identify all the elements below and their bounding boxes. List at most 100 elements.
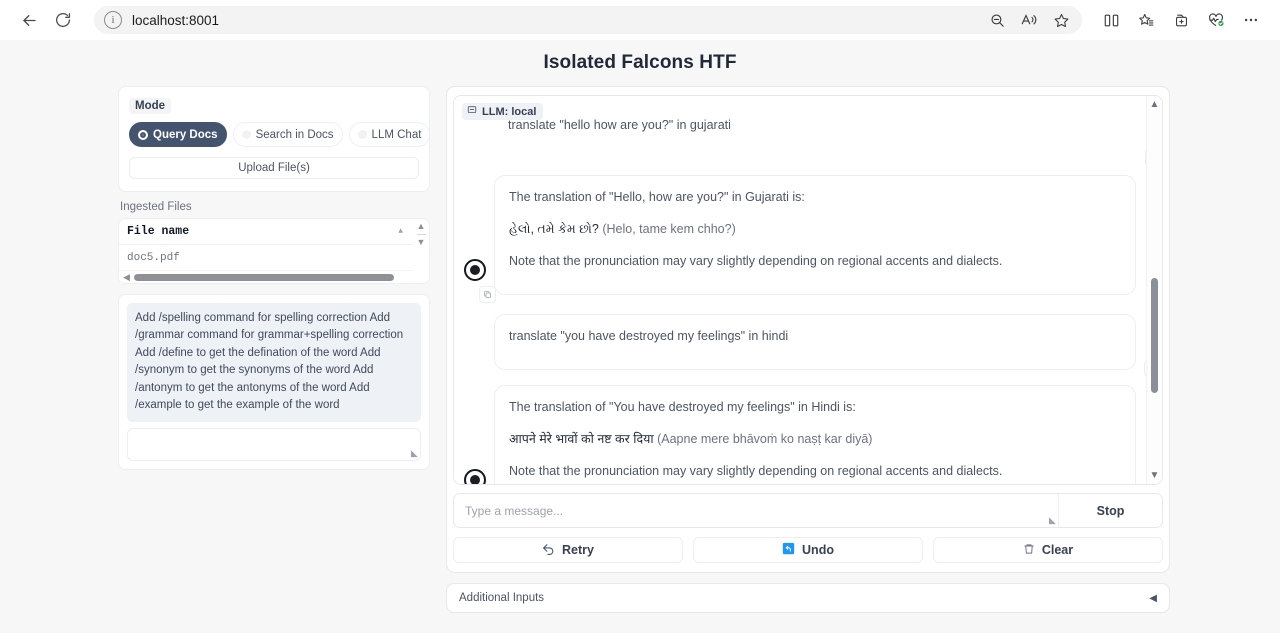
chat-scroll-thumb[interactable] — [1151, 278, 1158, 393]
browser-essentials-icon[interactable] — [1201, 5, 1231, 35]
undo-icon — [782, 542, 795, 558]
address-bar[interactable]: i localhost:8001 — [94, 6, 1082, 34]
chat-action-row: Retry Undo Clear — [453, 537, 1163, 563]
horizontal-scroll-thumb[interactable] — [133, 273, 395, 281]
message-input[interactable]: Type a message... ◢ — [454, 494, 1059, 527]
retry-label: Retry — [562, 543, 594, 557]
chat-wrapper: LLM: local translate "hello how are you?… — [446, 86, 1170, 613]
chat-bubble-icon — [467, 105, 477, 118]
read-aloud-icon[interactable] — [1014, 5, 1044, 35]
split-screen-icon[interactable] — [1096, 5, 1126, 35]
resize-handle-icon[interactable]: ◢ — [411, 448, 418, 459]
sidebar: Mode Query Docs Search in Docs LLM Chat — [118, 86, 431, 470]
app-page: Isolated Falcons HTF Mode Query Docs Sea… — [0, 40, 1280, 633]
hint-card: Add /spelling command for spelling corre… — [118, 294, 430, 470]
chat-scroll-down-icon[interactable]: ▼ — [1150, 470, 1160, 481]
message-native-text: आपने मेरे भावों को नष्ट कर दिया (Aapne m… — [509, 429, 1121, 449]
chat-scroll-up-icon[interactable]: ▲ — [1150, 99, 1160, 110]
ingested-files-table: File name ▲ doc5.pdf ◀ ▶ ▲ ▼ — [118, 218, 430, 284]
scroll-up-icon[interactable]: ▲ — [417, 222, 426, 231]
message-row-user: translate "hello how are you?" in gujara… — [454, 104, 1146, 166]
additional-inputs-accordion[interactable]: Additional Inputs ◀ — [446, 583, 1170, 613]
table-row[interactable]: doc5.pdf — [119, 245, 429, 270]
mode-option-search-in-docs[interactable]: Search in Docs — [232, 122, 343, 147]
upload-files-button[interactable]: Upload File(s) — [129, 157, 419, 179]
page-title: Isolated Falcons HTF — [543, 52, 737, 73]
column-header-file-name[interactable]: File name — [127, 225, 189, 238]
message-row-user: translate "you have destroyed my feeling… — [454, 314, 1146, 377]
cell-file-name: doc5.pdf — [127, 251, 180, 264]
stop-button[interactable]: Stop — [1059, 494, 1162, 527]
native-script: હેલો, તમે કેમ છો? — [509, 222, 599, 236]
table-vertical-scrollbar[interactable]: ▲ ▼ — [413, 219, 429, 283]
ingested-files-label: Ingested Files — [120, 201, 192, 213]
native-script: आपने मेरे भावों को नष्ट कर दिया — [509, 432, 654, 446]
table-horizontal-scrollbar[interactable]: ◀ ▶ — [119, 270, 429, 283]
message-input-row: Type a message... ◢ Stop — [453, 493, 1163, 528]
info-icon[interactable]: i — [104, 11, 122, 29]
retry-button[interactable]: Retry — [453, 537, 683, 563]
message-intro: The translation of "You have destroyed m… — [509, 400, 856, 414]
chat-scrollbar[interactable]: ▲ ▼ — [1146, 96, 1162, 484]
transliteration: (Aapne mere bhāvoṁ ko naṣṭ kar diyā) — [657, 432, 873, 446]
message-text: translate "hello how are you?" in gujara… — [508, 118, 731, 132]
mode-option-llm-chat[interactable]: LLM Chat — [348, 122, 431, 147]
message-note: Note that the pronunciation may vary sli… — [509, 464, 1003, 478]
message-row-bot: The translation of "Hello, how are you?"… — [454, 175, 1146, 303]
chat-bubble-user[interactable]: translate "hello how are you?" in gujara… — [494, 104, 1146, 166]
more-options-icon[interactable] — [1236, 5, 1266, 35]
radio-dot-icon — [241, 130, 251, 139]
copy-message-button[interactable] — [479, 286, 496, 303]
retry-icon — [542, 542, 555, 558]
trash-icon — [1023, 543, 1035, 558]
sort-ascending-icon[interactable]: ▲ — [398, 227, 403, 236]
message-note: Note that the pronunciation may vary sli… — [509, 254, 1003, 268]
mode-option-label: Query Docs — [153, 128, 218, 141]
mode-card: Mode Query Docs Search in Docs LLM Chat — [118, 86, 431, 192]
back-arrow-icon[interactable] — [14, 5, 44, 35]
collections-icon[interactable] — [1131, 5, 1161, 35]
chat-bubble-user[interactable]: translate "you have destroyed my feeling… — [494, 314, 1146, 377]
avatar — [464, 259, 486, 281]
mode-option-label: Search in Docs — [255, 128, 334, 141]
chat-bubble-bot[interactable]: The translation of "Hello, how are you?"… — [479, 175, 1136, 303]
favorite-star-icon[interactable] — [1046, 5, 1076, 35]
scrollbar-divider — [416, 234, 426, 235]
mode-radio-group: Query Docs Search in Docs LLM Chat — [129, 122, 431, 147]
clear-label: Clear — [1041, 543, 1074, 557]
radio-dot-icon — [357, 130, 367, 139]
message-native-text: હેલો, તમે કેમ છો? (Helo, tame kem chho?) — [509, 219, 1121, 239]
browser-toolbar: i localhost:8001 — [0, 0, 1280, 40]
additional-inputs-label: Additional Inputs — [459, 592, 545, 604]
commands-help-text: Add /spelling command for spelling corre… — [127, 303, 421, 422]
mode-label: Mode — [129, 98, 172, 114]
scroll-down-icon[interactable]: ▼ — [417, 238, 426, 247]
browser-actions — [1096, 5, 1266, 35]
table-header-row: File name ▲ — [119, 219, 429, 245]
llm-status-label: LLM: local — [482, 105, 537, 118]
url-text: localhost:8001 — [132, 12, 220, 28]
chat-scroll-area: translate "hello how are you?" in gujara… — [454, 96, 1146, 484]
resize-handle-icon[interactable]: ◢ — [1049, 515, 1056, 526]
llm-status-chip: LLM: local — [462, 103, 544, 120]
message-row-bot: The translation of "You have destroyed m… — [454, 385, 1146, 484]
avatar — [464, 469, 486, 484]
chevron-left-icon[interactable]: ◀ — [1149, 593, 1157, 604]
reload-icon[interactable] — [48, 5, 78, 35]
mode-option-label: LLM Chat — [371, 128, 422, 141]
zoom-out-icon[interactable] — [982, 5, 1012, 35]
mode-option-query-docs[interactable]: Query Docs — [129, 122, 227, 147]
message-text: translate "you have destroyed my feeling… — [509, 329, 789, 343]
sidebar-textarea[interactable]: ◢ — [127, 427, 421, 461]
chat-bubble-bot[interactable]: The translation of "You have destroyed m… — [494, 385, 1136, 484]
undo-label: Undo — [802, 543, 834, 557]
clear-button[interactable]: Clear — [933, 537, 1163, 563]
radio-dot-icon — [138, 129, 148, 140]
undo-button[interactable]: Undo — [693, 537, 923, 563]
scroll-left-icon[interactable]: ◀ — [123, 272, 130, 282]
chat-history: LLM: local translate "hello how are you?… — [453, 95, 1163, 485]
transliteration: (Helo, tame kem chho?) — [602, 222, 736, 236]
add-tab-group-icon[interactable] — [1166, 5, 1196, 35]
message-input-placeholder: Type a message... — [465, 503, 564, 518]
chat-panel: LLM: local translate "hello how are you?… — [446, 86, 1170, 573]
